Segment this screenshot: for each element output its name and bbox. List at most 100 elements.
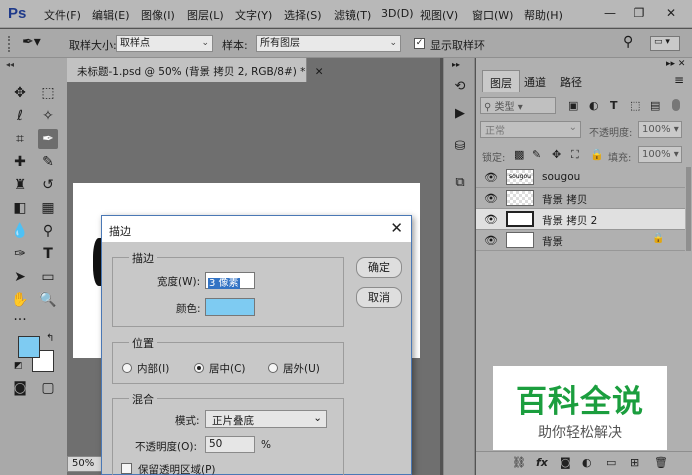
- layer-row[interactable]: 👁 背景 🔒: [476, 230, 685, 251]
- visibility-eye-icon[interactable]: 👁: [484, 171, 498, 184]
- width-input[interactable]: 3 像素: [205, 272, 255, 289]
- new-layer-icon[interactable]: ⊞: [630, 456, 639, 469]
- gradient-tool-icon[interactable]: ▦: [38, 198, 58, 218]
- sample-select[interactable]: 所有图层 ⌄: [256, 35, 401, 52]
- path-selection-tool-icon[interactable]: ➤: [10, 267, 30, 287]
- filter-pixel-icon[interactable]: ▣: [568, 99, 578, 112]
- layer-style-icon[interactable]: fx: [536, 456, 548, 469]
- layer-name[interactable]: sougou: [542, 171, 580, 183]
- menu-image[interactable]: 图像(I): [141, 7, 175, 23]
- radio-outside-label[interactable]: 居外(U): [283, 361, 320, 376]
- tab-channels[interactable]: 通道: [517, 70, 553, 92]
- layers-scrollbar[interactable]: [686, 167, 691, 251]
- clone-stamp-tool-icon[interactable]: ♜: [10, 175, 30, 195]
- layer-name[interactable]: 背景: [542, 234, 563, 249]
- blend-mode-select[interactable]: 正常 ⌄: [480, 121, 581, 138]
- lock-artboard-icon[interactable]: ⛶: [571, 148, 579, 162]
- history-panel-icon[interactable]: ⟲: [451, 78, 469, 96]
- filter-adjustment-icon[interactable]: ◐: [589, 99, 599, 112]
- opacity-input[interactable]: 50: [205, 436, 255, 453]
- tab-paths[interactable]: 路径: [553, 70, 589, 92]
- lock-position-icon[interactable]: ✥: [552, 148, 561, 161]
- new-group-icon[interactable]: ▭: [606, 456, 616, 469]
- ok-button[interactable]: 确定: [356, 257, 402, 278]
- close-tab-icon[interactable]: ✕: [315, 66, 324, 78]
- visibility-eye-icon[interactable]: 👁: [484, 213, 498, 226]
- default-colors-icon[interactable]: ◩: [14, 361, 23, 371]
- eyedropper-preset-icon[interactable]: ✒▾: [22, 34, 41, 50]
- radio-center[interactable]: [194, 363, 204, 373]
- lock-all-icon[interactable]: 🔒: [590, 148, 604, 161]
- panel-menu-icon[interactable]: ≡: [674, 73, 684, 87]
- mode-select[interactable]: 正片叠底 ⌄: [205, 410, 327, 428]
- expand-panels-icon[interactable]: ▸▸: [452, 60, 460, 69]
- dodge-tool-icon[interactable]: ⚲: [38, 221, 58, 241]
- cancel-button[interactable]: 取消: [356, 287, 402, 308]
- visibility-eye-icon[interactable]: 👁: [484, 192, 498, 205]
- tab-layers[interactable]: 图层: [482, 70, 520, 92]
- filter-smart-object-icon[interactable]: ▤: [650, 99, 660, 112]
- layer-opacity-input[interactable]: 100% ▾: [638, 121, 682, 138]
- preserve-transparency-label[interactable]: 保留透明区域(P): [138, 462, 216, 475]
- menu-help[interactable]: 帮助(H): [524, 7, 563, 23]
- document-tab[interactable]: 未标题-1.psd @ 50% (背景 拷贝 2, RGB/8#) * ✕: [67, 58, 324, 82]
- magic-wand-tool-icon[interactable]: ✧: [38, 106, 58, 126]
- workspace-switcher-icon[interactable]: ▭ ▾: [650, 36, 680, 51]
- menu-file[interactable]: 文件(F): [44, 7, 81, 23]
- sample-size-select[interactable]: 取样点 ⌄: [116, 35, 213, 52]
- menu-type[interactable]: 文字(Y): [235, 7, 272, 23]
- lasso-tool-icon[interactable]: ℓ: [10, 106, 30, 126]
- link-layers-icon[interactable]: ⛓: [512, 456, 526, 469]
- radio-outside[interactable]: [268, 363, 278, 373]
- maximize-icon[interactable]: ❐: [632, 6, 646, 20]
- add-mask-icon[interactable]: ◙: [560, 456, 571, 469]
- more-tools-icon[interactable]: ···: [10, 310, 30, 330]
- menu-view[interactable]: 视图(V): [420, 7, 458, 23]
- fill-input[interactable]: 100% ▾: [638, 146, 682, 163]
- menu-edit[interactable]: 编辑(E): [92, 7, 130, 23]
- menu-layer[interactable]: 图层(L): [187, 7, 224, 23]
- search-icon[interactable]: ⚲: [623, 34, 633, 50]
- zoom-tool-icon[interactable]: 🔍: [38, 290, 58, 310]
- preserve-transparency-checkbox[interactable]: [121, 463, 132, 474]
- radio-inside[interactable]: [122, 363, 132, 373]
- close-icon[interactable]: ✕: [390, 220, 403, 236]
- clone-source-icon[interactable]: ⧉: [451, 174, 469, 192]
- rectangle-tool-icon[interactable]: ▭: [38, 267, 58, 287]
- collapse-toolbox-icon[interactable]: ◂◂: [6, 60, 14, 69]
- layer-row-selected[interactable]: 👁 背景 拷贝 2: [476, 209, 685, 230]
- menu-filter[interactable]: 滤镜(T): [334, 7, 371, 23]
- menu-window[interactable]: 窗口(W): [472, 7, 513, 23]
- move-tool-icon[interactable]: ✥: [10, 83, 30, 103]
- lock-image-icon[interactable]: ✎: [532, 148, 541, 161]
- filter-type-icon[interactable]: T: [610, 99, 618, 112]
- show-ring-checkbox[interactable]: ✓: [414, 38, 425, 49]
- menu-3d[interactable]: 3D(D): [381, 7, 414, 20]
- hand-tool-icon[interactable]: ✋: [10, 290, 30, 310]
- layer-name[interactable]: 背景 拷贝 2: [542, 213, 597, 228]
- blur-tool-icon[interactable]: 💧: [10, 221, 30, 241]
- lock-transparent-icon[interactable]: ▩: [514, 148, 524, 161]
- healing-brush-tool-icon[interactable]: ✚: [10, 152, 30, 172]
- layer-name[interactable]: 背景 拷贝: [542, 192, 587, 207]
- adjustment-layer-icon[interactable]: ◐: [582, 456, 592, 469]
- close-window-icon[interactable]: ✕: [664, 6, 678, 20]
- filter-toggle[interactable]: [672, 99, 680, 111]
- collapse-panel-icon[interactable]: ▸▸ ✕: [666, 59, 685, 69]
- eyedropper-tool-icon[interactable]: ✒: [38, 129, 58, 149]
- layer-row[interactable]: 👁 背景 拷贝: [476, 188, 685, 209]
- brush-tool-icon[interactable]: ✎: [38, 152, 58, 172]
- crop-tool-icon[interactable]: ⌗: [10, 129, 30, 149]
- pen-tool-icon[interactable]: ✑: [10, 244, 30, 264]
- menu-select[interactable]: 选择(S): [284, 7, 322, 23]
- filter-shape-icon[interactable]: ⬚: [630, 99, 640, 112]
- actions-panel-icon[interactable]: ▶: [451, 105, 469, 123]
- marquee-tool-icon[interactable]: ⬚: [38, 83, 58, 103]
- minimize-icon[interactable]: —: [603, 6, 617, 20]
- tool-presets-icon[interactable]: ⛁: [451, 138, 469, 156]
- layer-row[interactable]: 👁 sougou sougou: [476, 167, 685, 188]
- radio-inside-label[interactable]: 内部(I): [137, 361, 169, 376]
- visibility-eye-icon[interactable]: 👁: [484, 234, 498, 247]
- radio-center-label[interactable]: 居中(C): [209, 361, 246, 376]
- delete-layer-icon[interactable]: 🗑: [654, 456, 668, 469]
